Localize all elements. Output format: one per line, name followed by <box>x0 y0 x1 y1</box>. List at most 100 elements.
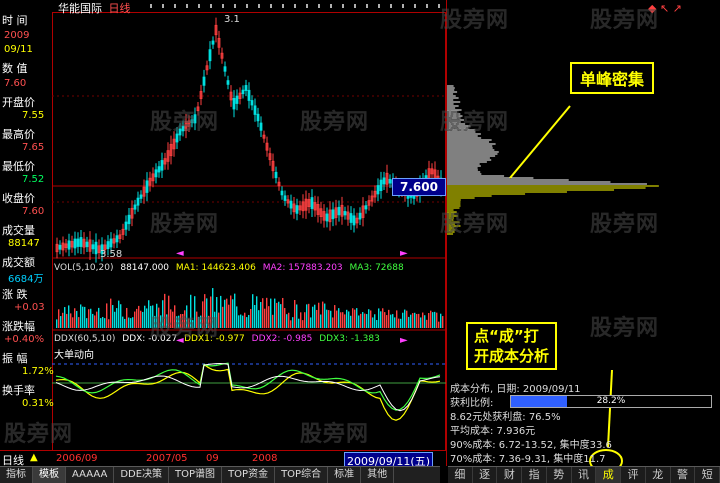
volume-bar <box>390 314 392 328</box>
marker-left-1: ◄ <box>176 248 184 259</box>
volume-bar <box>234 293 236 328</box>
volume-bar <box>382 308 384 328</box>
candle-body <box>343 211 347 216</box>
volume-bar <box>82 306 84 328</box>
tab-dde[interactable]: DDE决策 <box>114 467 170 483</box>
volume-bar <box>320 314 322 328</box>
volume-bar <box>218 312 220 328</box>
volume-bar <box>100 318 102 328</box>
tab-top-chart[interactable]: TOP谱图 <box>169 467 223 483</box>
volume-bar <box>120 304 122 328</box>
volume-bar <box>148 300 150 328</box>
volume-bar <box>356 308 358 328</box>
volume-bar <box>426 319 428 328</box>
volume-bar <box>346 309 348 328</box>
cost-line5: 90%成本: 6.72-13.52, 集中度33.6 <box>450 440 612 451</box>
volume-bar <box>394 317 396 328</box>
rtab-alert[interactable]: 警 <box>671 467 696 483</box>
candle-body <box>136 197 140 206</box>
candle-body <box>202 76 206 86</box>
rtab-short[interactable]: 短 <box>695 467 720 483</box>
callout-pointer <box>509 105 571 179</box>
volume-bar <box>378 308 380 328</box>
date-tick-1: 2006/09 <box>56 453 98 464</box>
volume-bar <box>304 312 306 328</box>
candle-body <box>223 66 227 72</box>
volume-bar <box>72 317 74 328</box>
candle-body <box>379 179 383 191</box>
volume-bar <box>68 305 70 328</box>
volume-bar <box>296 304 298 328</box>
volume-bar <box>360 313 362 328</box>
rtab-tick[interactable]: 逐 <box>473 467 498 483</box>
rtab-detail[interactable]: 细 <box>448 467 473 483</box>
volume-bar <box>340 312 342 328</box>
candle-body <box>178 128 182 136</box>
ddx-indicator-row[interactable]: DDX(60,5,10) DDX: -0.027 DDX1: -0.977 DD… <box>54 334 380 344</box>
volume-bar <box>266 297 268 328</box>
volume-bar <box>368 309 370 328</box>
candle-body <box>226 80 230 85</box>
tab-template[interactable]: 模板 <box>33 467 66 483</box>
volume-bar <box>118 300 120 328</box>
date-tick-3: 09 <box>206 453 219 464</box>
rtab-index[interactable]: 指 <box>522 467 547 483</box>
volume-bar <box>238 315 240 328</box>
candle-body <box>193 114 197 124</box>
volume-bar <box>222 306 224 328</box>
volume-bar <box>142 311 144 328</box>
candle-body <box>91 244 95 250</box>
candle-body <box>145 180 149 193</box>
candle-body <box>211 40 215 45</box>
ddx-curve-yellow <box>55 363 441 421</box>
high-label: 3.1 <box>224 14 240 25</box>
candle-body <box>79 237 83 247</box>
vol-ma1: MA1: 144623.406 <box>175 263 256 273</box>
volume-bar <box>422 312 424 328</box>
volume-bar <box>62 312 64 328</box>
current-price-tag: 7.600 <box>392 178 446 196</box>
tab-top-fund[interactable]: TOP资金 <box>222 467 276 483</box>
candle-body <box>259 122 263 131</box>
volume-bar <box>428 313 430 328</box>
volume-bar <box>254 305 256 328</box>
period-dropdown-icon[interactable]: ▲ <box>30 452 38 463</box>
vol-ma3: MA3: 72688 <box>349 263 404 273</box>
volume-bar <box>108 319 110 328</box>
tab-other[interactable]: 其他 <box>361 467 395 483</box>
candle-body <box>253 105 257 115</box>
volume-bar <box>412 313 414 328</box>
rtab-finance[interactable]: 财 <box>497 467 523 483</box>
candle-body <box>349 213 353 223</box>
volume-bar <box>150 305 152 328</box>
volume-bar <box>314 304 316 328</box>
volume-bar <box>186 305 188 328</box>
ddx-title: 大单动向 <box>54 350 94 361</box>
rtab-news[interactable]: 讯 <box>572 467 597 483</box>
candle-body <box>208 49 212 62</box>
candle-body <box>274 171 278 179</box>
rtab-dragon[interactable]: 龙 <box>646 467 671 483</box>
marker-right-2: ► <box>400 335 408 346</box>
ddx-name: DDX(60,5,10) <box>54 334 116 344</box>
volume-bar <box>236 306 238 328</box>
tab-top-combined[interactable]: TOP综合 <box>275 467 329 483</box>
volume-bar <box>240 314 242 328</box>
rtab-trend[interactable]: 势 <box>547 467 572 483</box>
tab-indicator[interactable]: 指标 <box>0 467 33 483</box>
volume-bar <box>350 315 352 328</box>
vol-indicator-row[interactable]: VOL(5,10,20) 88147.000 MA1: 144623.406 M… <box>54 263 404 273</box>
rtab-cost[interactable]: 成 <box>596 467 622 483</box>
profit-label: 获利比例: <box>450 398 494 409</box>
volume-bar <box>212 288 214 328</box>
ddx2-value: DDX2: -0.985 <box>251 334 313 344</box>
volume-bar <box>166 314 168 328</box>
volume-bar <box>416 313 418 328</box>
rtab-review[interactable]: 评 <box>621 467 646 483</box>
volume-bar <box>300 312 302 328</box>
tab-aaaaa[interactable]: AAAAA <box>66 467 115 483</box>
volume-bar <box>432 312 434 328</box>
tab-standard[interactable]: 标准 <box>328 467 362 483</box>
ddx1-value: DDX1: -0.977 <box>184 334 245 344</box>
volume-bar <box>144 305 146 328</box>
